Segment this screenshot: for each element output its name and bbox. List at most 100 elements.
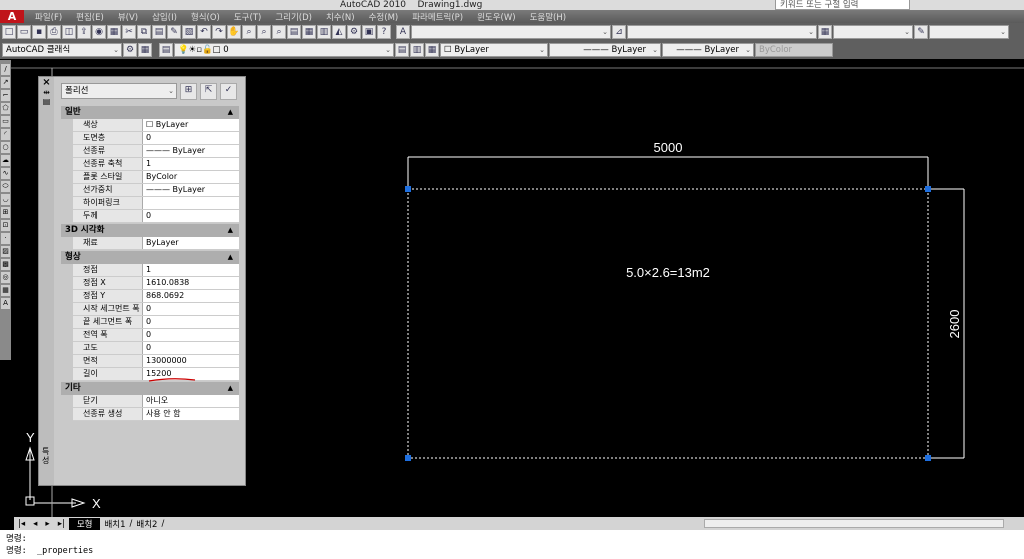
property-name: 도면층 xyxy=(73,132,143,144)
property-row[interactable]: 전역 폭0 xyxy=(73,329,239,342)
dimension-height-text: 2600 xyxy=(947,310,962,339)
ellipse-icon[interactable]: ⬭ xyxy=(1,181,10,192)
polygon-icon[interactable]: ⬠ xyxy=(1,103,10,114)
property-value[interactable]: 1 xyxy=(143,158,239,170)
section-header[interactable]: 3D 시각화 ▲ xyxy=(61,224,239,237)
property-row[interactable]: 두께 0 xyxy=(73,210,239,223)
arc-icon[interactable]: ◜ xyxy=(1,129,10,140)
property-row[interactable]: 면적 13000000 xyxy=(73,355,239,368)
property-row[interactable]: 고도 0 xyxy=(73,342,239,355)
quick-select-icon[interactable]: ✓ xyxy=(220,83,237,100)
property-row[interactable]: 선종류 축척 1 xyxy=(73,158,239,171)
property-name: 플롯 스타일 xyxy=(73,171,143,183)
palette-title-strip[interactable]: × ⇹ ▤ 특성 xyxy=(39,77,54,485)
insert-block-icon[interactable]: ⊞ xyxy=(1,207,10,218)
table-icon[interactable]: ▦ xyxy=(1,285,10,296)
property-row[interactable]: 정점 1 xyxy=(73,264,239,277)
property-value[interactable]: 13000000 xyxy=(143,355,239,367)
property-value[interactable]: ——— ByLayer xyxy=(143,145,239,157)
gradient-icon[interactable]: ▩ xyxy=(1,259,10,270)
property-value[interactable]: 아니오 xyxy=(143,395,239,407)
property-name: 전역 폭 xyxy=(73,329,143,341)
spline-icon[interactable]: ∿ xyxy=(1,168,10,179)
title-bar: AutoCAD 2010 Drawing1.dwg 키워드 또는 구절 입력 xyxy=(0,0,1024,10)
dimension-width-text: 5000 xyxy=(654,140,683,155)
property-value[interactable]: ByLayer xyxy=(143,237,239,249)
property-row[interactable]: 끝 세그먼트 폭0 xyxy=(73,316,239,329)
tab-prev-button[interactable]: ◂ xyxy=(29,519,41,529)
property-row[interactable]: 시작 세그먼트 폭0 xyxy=(73,303,239,316)
tab-model[interactable]: 모형 xyxy=(68,517,101,530)
property-value[interactable]: 0 xyxy=(143,303,239,315)
property-row[interactable]: 선가중치 ——— ByLayer xyxy=(73,184,239,197)
dimension-width[interactable] xyxy=(407,156,929,186)
area-note-text: 5.0×2.6=13m2 xyxy=(626,265,710,280)
property-value[interactable]: ByColor xyxy=(143,171,239,183)
property-row[interactable]: 정점 X 1610.0838 xyxy=(73,277,239,290)
property-value[interactable]: ——— ByLayer xyxy=(143,184,239,196)
property-value[interactable]: 1610.0838 xyxy=(143,277,239,289)
construction-line-icon[interactable]: ↗ xyxy=(1,77,10,88)
property-value[interactable]: 0 xyxy=(143,329,239,341)
property-name: 고도 xyxy=(73,342,143,354)
command-line[interactable]: 명령: 명령: _properties xyxy=(0,530,1024,559)
ucs-y-label: Y xyxy=(26,430,35,445)
property-value[interactable] xyxy=(143,197,239,209)
property-value[interactable]: 0 xyxy=(143,210,239,222)
region-icon[interactable]: ◎ xyxy=(1,272,10,283)
collapse-icon[interactable]: ▲ xyxy=(228,224,233,237)
toggle-pickadd-icon[interactable]: ⊞ xyxy=(180,83,197,100)
rectangle-icon[interactable]: ▭ xyxy=(1,116,10,127)
property-row[interactable]: 선종류 ——— ByLayer xyxy=(73,145,239,158)
property-value[interactable]: 868.0692 xyxy=(143,290,239,302)
section-title: 일반 xyxy=(65,107,81,117)
circle-icon[interactable]: ○ xyxy=(1,142,10,153)
property-name: 면적 xyxy=(73,355,143,367)
collapse-icon[interactable]: ▲ xyxy=(228,106,233,119)
property-value[interactable]: 사용 안 함 xyxy=(143,408,239,420)
tab-layout1[interactable]: 배치1 xyxy=(100,518,129,530)
command-history-line: 명령: _properties xyxy=(6,546,94,556)
property-value[interactable]: ☐ ByLayer xyxy=(143,119,239,131)
palette-menu-icon[interactable]: ▤ xyxy=(39,97,54,106)
close-icon[interactable]: × xyxy=(39,77,54,88)
property-value[interactable]: 1 xyxy=(143,264,239,276)
window-title: AutoCAD 2010 Drawing1.dwg xyxy=(340,0,483,10)
property-row[interactable]: 재료 ByLayer xyxy=(73,237,239,250)
search-input[interactable]: 키워드 또는 구절 입력 xyxy=(775,0,910,10)
ellipse-arc-icon[interactable]: ◡ xyxy=(1,194,10,205)
tab-layout2[interactable]: 배치2 xyxy=(132,518,161,530)
property-value[interactable]: 0 xyxy=(143,316,239,328)
property-value[interactable]: 0 xyxy=(143,342,239,354)
red-underline-annotation xyxy=(148,378,196,382)
revcloud-icon[interactable]: ☁ xyxy=(1,155,10,166)
object-type-select[interactable]: 폴리선 ⌄ xyxy=(61,83,177,99)
make-block-icon[interactable]: ⊡ xyxy=(1,220,10,231)
selected-polyline[interactable] xyxy=(407,188,929,459)
property-row[interactable]: 도면층 0 xyxy=(73,132,239,145)
property-row[interactable]: 플롯 스타일 ByColor xyxy=(73,171,239,184)
line-icon[interactable]: / xyxy=(1,64,10,75)
collapse-icon[interactable]: ▲ xyxy=(228,251,233,264)
property-row[interactable]: 선종류 생성 사용 안 함 xyxy=(73,408,239,421)
property-value[interactable]: 0 xyxy=(143,132,239,144)
layout-tabs: |◂ ◂ ▸ ▸| 모형 배치1/ 배치2/ xyxy=(14,517,1024,530)
horizontal-scrollbar[interactable] xyxy=(704,519,1005,528)
autohide-icon[interactable]: ⇹ xyxy=(39,88,54,97)
tab-first-button[interactable]: |◂ xyxy=(14,519,29,529)
mtext-icon[interactable]: A xyxy=(1,298,10,309)
property-row[interactable]: 하이퍼링크 xyxy=(73,197,239,210)
point-icon[interactable]: · xyxy=(1,233,10,244)
tab-next-button[interactable]: ▸ xyxy=(41,519,53,529)
property-row[interactable]: 정점 Y 868.0692 xyxy=(73,290,239,303)
polyline-icon[interactable]: ⌐ xyxy=(1,90,10,101)
grips[interactable] xyxy=(405,186,931,461)
select-objects-icon[interactable]: ⇱ xyxy=(200,83,217,100)
section-header[interactable]: 일반 ▲ xyxy=(61,106,239,119)
property-row[interactable]: 색상 ☐ ByLayer xyxy=(73,119,239,132)
collapse-icon[interactable]: ▲ xyxy=(228,382,233,395)
tab-last-button[interactable]: ▸| xyxy=(54,519,69,529)
property-row[interactable]: 닫기 아니오 xyxy=(73,395,239,408)
section-header[interactable]: 형상 ▲ xyxy=(61,251,239,264)
hatch-icon[interactable]: ▨ xyxy=(1,246,10,257)
